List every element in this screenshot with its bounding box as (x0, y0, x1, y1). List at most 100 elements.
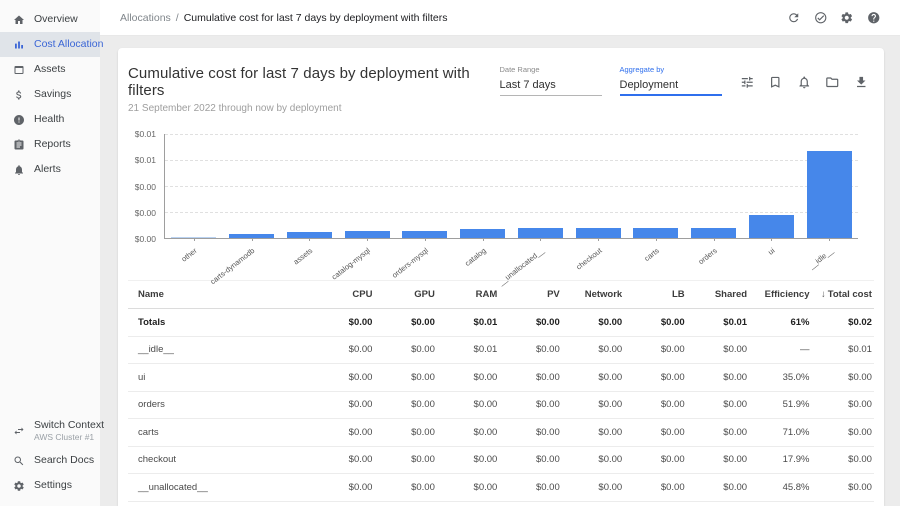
x-axis-tick (540, 238, 541, 241)
sidebar-item-overview[interactable]: Overview (0, 7, 100, 32)
bar-idle[interactable] (807, 151, 852, 238)
report-controls: Date Range Last 7 days Aggregate by Depl… (500, 65, 875, 114)
cell-pv: $0.00 (497, 317, 559, 328)
column-header-gpu[interactable]: GPU (372, 289, 434, 300)
cell-total-cost: $0.00 (810, 399, 872, 410)
cell-network: $0.00 (560, 399, 622, 410)
bar-checkout[interactable] (576, 228, 621, 238)
bar-carts[interactable] (633, 228, 678, 238)
date-range-field[interactable]: Date Range Last 7 days (500, 65, 602, 96)
bell-icon[interactable] (797, 75, 812, 90)
table-row-ui[interactable]: ui$0.00$0.00$0.00$0.00$0.00$0.00$0.0035.… (128, 364, 874, 392)
cell-network: $0.00 (560, 317, 622, 328)
cell-lb: $0.00 (622, 344, 684, 355)
table-row-unallocated[interactable]: __unallocated__$0.00$0.00$0.00$0.00$0.00… (128, 474, 874, 502)
cell-ram: $0.00 (435, 427, 497, 438)
chart-bar-column (223, 134, 281, 238)
cell-efficiency: — (747, 344, 809, 355)
table-row-catalog[interactable]: catalog$0.00$0.00$0.00$0.00$0.00$0.00$0.… (128, 502, 874, 506)
sidebar-item-settings[interactable]: Settings (0, 473, 100, 498)
bar-orders-mysql[interactable] (402, 231, 447, 238)
gear-icon[interactable] (840, 11, 854, 25)
breadcrumb-parent[interactable]: Allocations (120, 12, 171, 24)
column-header-pv[interactable]: PV (497, 289, 559, 300)
cell-ram: $0.00 (435, 372, 497, 383)
x-axis-label-text: carts (643, 246, 661, 263)
y-axis-tick-label: $0.00 (135, 208, 156, 218)
x-axis-tick (771, 238, 772, 241)
cell-lb: $0.00 (622, 317, 684, 328)
sidebar-item-label: Search Docs (34, 454, 94, 466)
sidebar-item-switch-context[interactable]: Switch ContextAWS Cluster #1 (0, 414, 100, 448)
aggregate-by-value: Deployment (620, 79, 722, 96)
sidebar-item-alerts[interactable]: Alerts (0, 157, 100, 182)
sidebar-item-assets[interactable]: Assets (0, 57, 100, 82)
table-row-idle[interactable]: __idle__$0.00$0.00$0.01$0.00$0.00$0.00$0… (128, 337, 874, 365)
chart-bar-column (281, 134, 339, 238)
help-icon[interactable] (867, 11, 881, 25)
column-header-efficiency[interactable]: Efficiency (747, 289, 809, 300)
table-row-checkout[interactable]: checkout$0.00$0.00$0.00$0.00$0.00$0.00$0… (128, 447, 874, 475)
cell-name: checkout (138, 454, 310, 465)
column-header-ram[interactable]: RAM (435, 289, 497, 300)
chart-bar-column (165, 134, 223, 238)
cell-cpu: $0.00 (310, 399, 372, 410)
download-icon[interactable] (854, 75, 869, 90)
sidebar-item-label: Switch Context (34, 419, 104, 431)
tune-icon[interactable] (740, 75, 755, 90)
web-asset-icon (13, 64, 25, 76)
column-header-name[interactable]: Name (138, 289, 310, 300)
chart-bar-column (569, 134, 627, 238)
x-axis-tick (309, 238, 310, 241)
sidebar-nav: OverviewCost Allocation Assets Savings Heal… (0, 7, 100, 182)
aggregate-by-field[interactable]: Aggregate by Deployment (620, 65, 722, 96)
bar-ui[interactable] (749, 215, 794, 238)
column-header-total-cost[interactable]: ↓Total cost (810, 289, 872, 300)
column-header-shared[interactable]: Shared (685, 289, 747, 300)
sidebar-item-reports[interactable]: Reports (0, 132, 100, 157)
x-axis-label-text: ui (767, 246, 777, 257)
table-row-carts[interactable]: carts$0.00$0.00$0.00$0.00$0.00$0.00$0.00… (128, 419, 874, 447)
chart-x-axis: othercarts-dynamodbassetscatalog-mysqlor… (164, 242, 858, 272)
column-header-cpu[interactable]: CPU (310, 289, 372, 300)
table-row-orders[interactable]: orders$0.00$0.00$0.00$0.00$0.00$0.00$0.0… (128, 392, 874, 420)
x-axis-label-text: __idle__ (807, 246, 835, 271)
chart-plot (164, 134, 858, 239)
cell-network: $0.00 (560, 427, 622, 438)
bar-catalog[interactable] (460, 229, 505, 238)
cell-ram: $0.01 (435, 344, 497, 355)
cell-name: Totals (138, 317, 310, 328)
chart-bar-column (685, 134, 743, 238)
cell-pv: $0.00 (497, 427, 559, 438)
bar-catalog-mysql[interactable] (345, 231, 390, 238)
column-header-lb[interactable]: LB (622, 289, 684, 300)
x-axis-label-text: other (179, 246, 198, 264)
sidebar-item-cost-allocation[interactable]: Cost Allocation (0, 32, 100, 57)
folder-icon[interactable] (825, 75, 840, 90)
sort-desc-icon: ↓ (821, 289, 826, 300)
check-circle-icon[interactable] (814, 11, 828, 25)
bookmark-icon[interactable] (768, 75, 783, 90)
sidebar-item-label: Assets (34, 64, 66, 75)
sidebar-item-label: Savings (34, 89, 71, 100)
x-axis-tick (714, 238, 715, 241)
column-header-network[interactable]: Network (560, 289, 622, 300)
breadcrumb-separator: / (176, 12, 179, 24)
x-axis-label-text: orders-mysql (390, 246, 430, 280)
cell-efficiency: 45.8% (747, 482, 809, 493)
table-row-totals[interactable]: Totals$0.00$0.00$0.01$0.00$0.00$0.00$0.0… (128, 309, 874, 337)
bar-unallocated[interactable] (518, 228, 563, 238)
chart-bar-column (338, 134, 396, 238)
bar-orders[interactable] (691, 228, 736, 238)
swap-arrows-icon (13, 425, 25, 437)
sidebar-item-search-docs[interactable]: Search Docs (0, 448, 100, 473)
cell-efficiency: 51.9% (747, 399, 809, 410)
sidebar-item-label: Alerts (34, 164, 61, 175)
cell-efficiency: 35.0% (747, 372, 809, 383)
cell-gpu: $0.00 (372, 454, 434, 465)
sidebar-item-health[interactable]: Health (0, 107, 100, 132)
refresh-icon[interactable] (787, 11, 801, 25)
cell-pv: $0.00 (497, 399, 559, 410)
sidebar-item-savings[interactable]: Savings (0, 82, 100, 107)
report-header: Cumulative cost for last 7 days by deplo… (128, 48, 874, 114)
